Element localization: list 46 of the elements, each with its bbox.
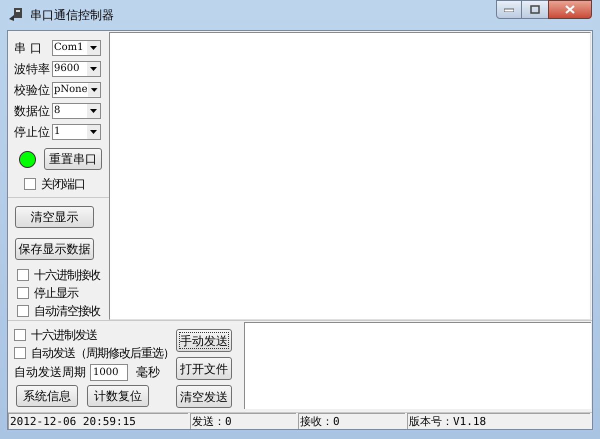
maximize-button[interactable]: [522, 0, 548, 19]
send-input[interactable]: [244, 322, 591, 409]
checkbox-label: 十六进制发送: [31, 327, 97, 344]
minimize-button[interactable]: [496, 0, 522, 19]
checkbox[interactable]: [17, 269, 29, 281]
reset-button[interactable]: 重置串口: [44, 148, 102, 170]
status-bar-field: 2012-12-06 20:59:15: [8, 413, 188, 429]
checkbox-label: 自动清空接收: [34, 303, 100, 320]
setting-label: 校验位: [14, 82, 51, 98]
status-bar-field: 接收：0: [298, 413, 405, 429]
action-button[interactable]: 计数复位: [87, 385, 149, 407]
restore-icon: [530, 5, 540, 14]
checkbox[interactable]: [17, 287, 29, 299]
checkbox[interactable]: [14, 347, 26, 359]
dropdown[interactable]: 1: [52, 124, 101, 140]
checkbox-label: 停止显示: [34, 285, 78, 302]
display-button[interactable]: 清空显示: [15, 206, 94, 228]
window-title: 串口通信控制器: [30, 7, 114, 24]
status-bar-field: 发送：0: [190, 413, 296, 429]
checkbox-label: 关闭端口: [41, 176, 85, 193]
minimize-icon: [504, 8, 514, 12]
checkbox-label: 自动发送（周期修改后重选）: [31, 345, 174, 362]
app-icon: [8, 7, 24, 23]
display-button[interactable]: 保存显示数据: [15, 238, 94, 260]
dropdown[interactable]: pNone: [52, 82, 101, 98]
action-button[interactable]: 系统信息: [16, 385, 78, 407]
send-panel-button[interactable]: 手动发送: [176, 329, 232, 352]
checkbox[interactable]: [14, 329, 26, 341]
checkbox[interactable]: [24, 178, 36, 190]
send-panel-button[interactable]: 清空发送: [176, 385, 232, 408]
period-field[interactable]: 1000: [90, 364, 128, 380]
setting-label: 波特率: [14, 60, 51, 78]
send-panel-button[interactable]: 打开文件: [176, 357, 232, 380]
unit-label: 毫秒: [136, 364, 160, 381]
setting-label: 串 口: [14, 40, 43, 56]
period-label: 自动发送周期: [14, 364, 86, 381]
dropdown[interactable]: 8: [52, 102, 101, 118]
dropdown[interactable]: Com1: [52, 40, 101, 56]
setting-label: 数据位: [14, 102, 51, 120]
status-bar-field: 版本号：V1.18: [407, 413, 590, 429]
close-button[interactable]: [548, 0, 592, 19]
close-icon: [565, 5, 575, 14]
dropdown[interactable]: 9600: [52, 60, 101, 76]
checkbox[interactable]: [17, 305, 29, 317]
setting-label: 停止位: [14, 124, 51, 140]
checkbox-label: 十六进制接收: [34, 267, 100, 284]
